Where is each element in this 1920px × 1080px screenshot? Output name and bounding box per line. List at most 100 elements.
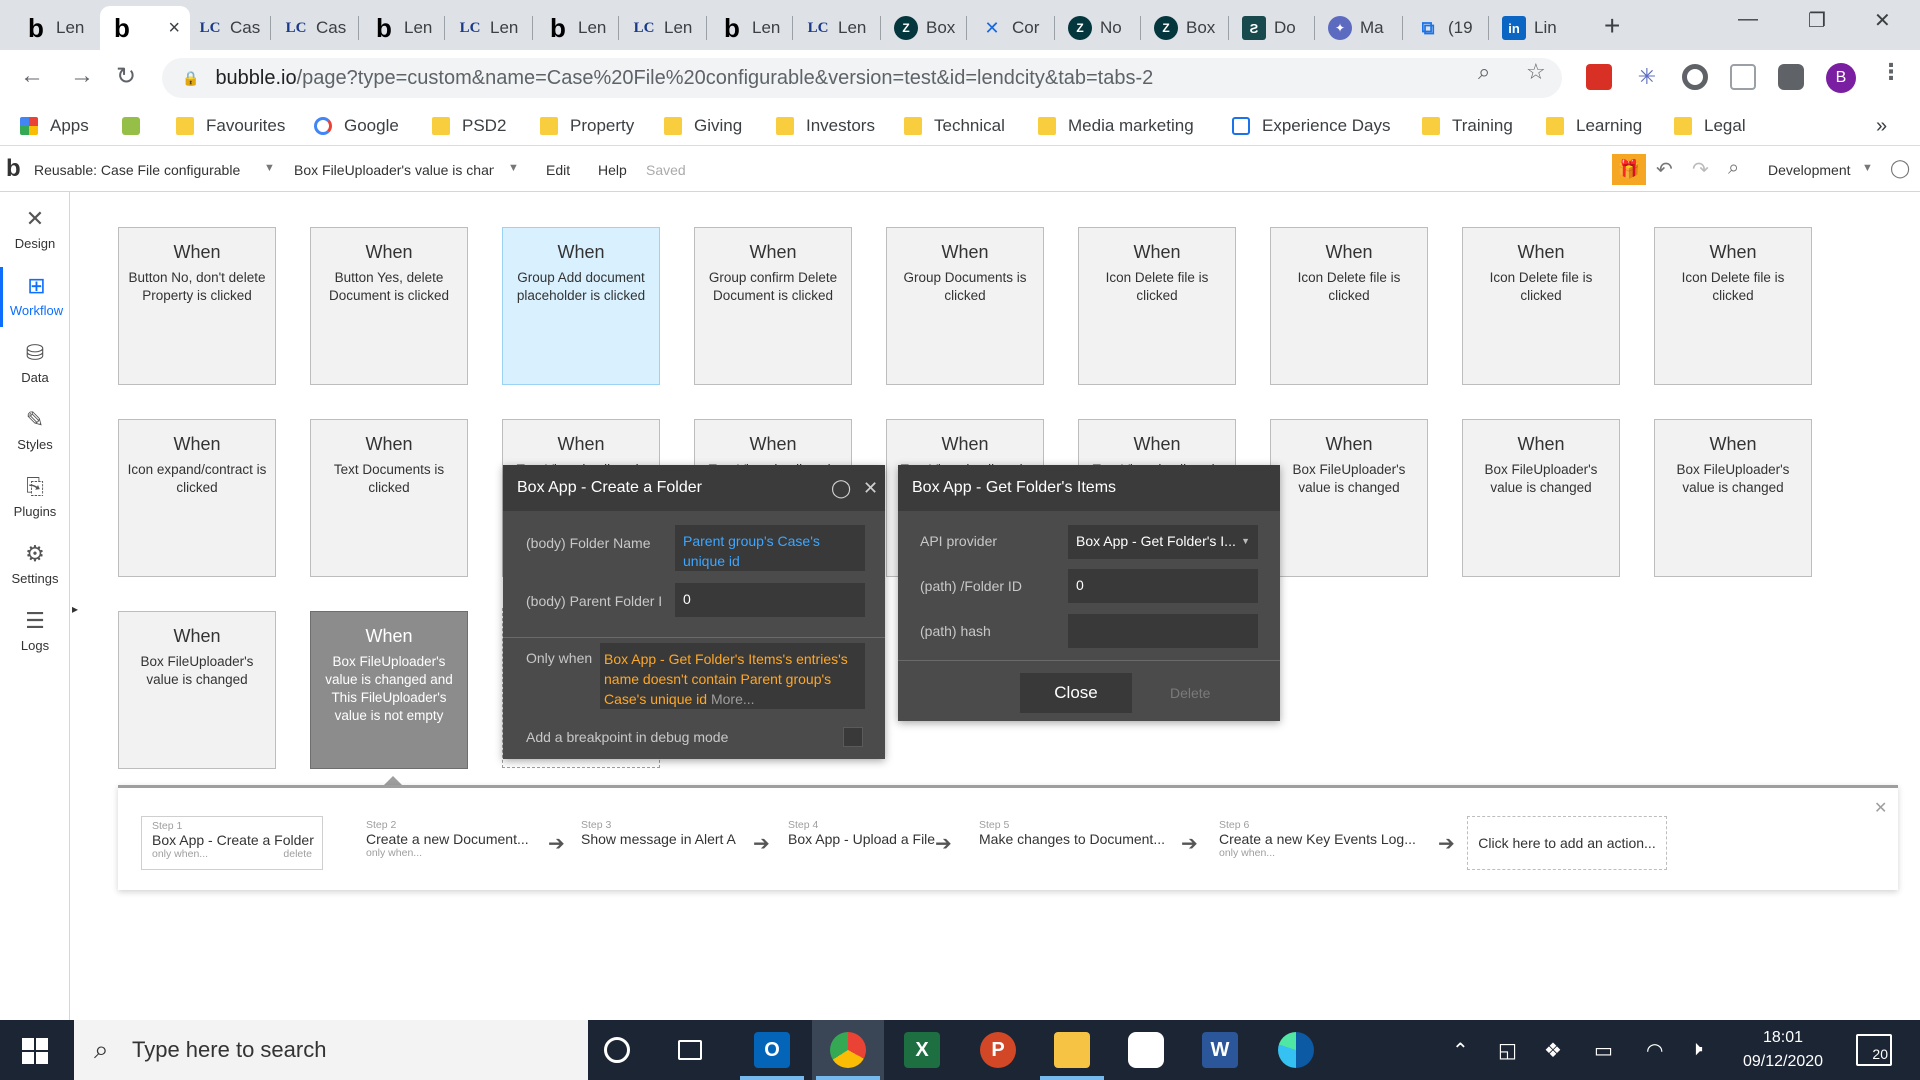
slack-icon[interactable] <box>1128 1032 1164 1068</box>
more-link[interactable]: More... <box>711 691 755 707</box>
browser-tab[interactable]: LC Len <box>622 6 704 50</box>
workflow-event-card[interactable]: When Group Documents is clicked <box>886 227 1044 385</box>
sidebar-item-data[interactable]: ⛁ Data <box>0 334 70 394</box>
step-delete-link[interactable]: delete <box>283 848 312 860</box>
workflow-event-card[interactable]: When Box FileUploader's value is changed … <box>310 611 468 769</box>
comment-icon[interactable]: ◯ <box>831 478 851 499</box>
redo-icon[interactable]: ↷ <box>1692 157 1709 182</box>
event-selector-chevron-icon[interactable]: ▼ <box>508 162 519 174</box>
notification-center-icon[interactable]: 20 <box>1856 1034 1892 1066</box>
puzzle-ext-icon[interactable] <box>1778 64 1804 90</box>
bookmark-item[interactable]: Google <box>314 114 399 138</box>
browser-tab[interactable]: LC Len <box>448 6 530 50</box>
minimize-icon[interactable]: — <box>1738 8 1758 31</box>
browser-tab[interactable]: LC Cas <box>188 6 270 50</box>
browser-tab[interactable]: Ƨ Do <box>1232 6 1314 50</box>
browser-tab[interactable]: Z Box <box>1144 6 1226 50</box>
delete-button[interactable]: Delete <box>1170 685 1210 701</box>
windows-start-icon[interactable] <box>22 1038 48 1064</box>
workflow-event-card[interactable]: When Box FileUploader's value is changed <box>1654 419 1812 577</box>
bookmark-item[interactable]: Legal <box>1674 114 1746 138</box>
meet-now-icon[interactable]: ◱ <box>1498 1038 1517 1063</box>
version-selector[interactable]: Development <box>1768 162 1851 178</box>
bookmark-item[interactable]: Giving <box>664 114 742 138</box>
version-chevron-icon[interactable]: ▼ <box>1862 162 1873 174</box>
bookmark-item[interactable]: Learning <box>1546 114 1642 138</box>
workflow-event-card[interactable]: When Group Add document placeholder is cl… <box>502 227 660 385</box>
bookmark-item[interactable]: Apps <box>20 114 89 138</box>
battery-icon[interactable]: ▭ <box>1594 1038 1613 1063</box>
snowflake-ext-icon[interactable]: ✳ <box>1634 64 1660 90</box>
bookmark-item[interactable]: Investors <box>776 114 875 138</box>
new-tab-button[interactable]: + <box>1604 10 1620 42</box>
restore-icon[interactable]: ❐ <box>1808 8 1826 33</box>
workflow-event-card[interactable]: When Group confirm Delete Document is cli… <box>694 227 852 385</box>
back-icon[interactable]: ← <box>20 62 44 90</box>
event-selector[interactable]: Box FileUploader's value is chan... <box>294 162 494 178</box>
browser-tab[interactable]: Z Box <box>884 6 966 50</box>
task-view-icon[interactable] <box>678 1040 702 1060</box>
browser-tab[interactable]: b × <box>100 6 190 50</box>
bookmark-item[interactable]: Property <box>540 114 634 138</box>
sidebar-item-settings[interactable]: ⚙ Settings <box>0 535 70 595</box>
bubble-logo[interactable]: b <box>6 155 21 183</box>
bookmark-item[interactable]: Favourites <box>176 114 285 138</box>
steps-close-icon[interactable]: ✕ <box>1874 798 1887 818</box>
sidebar-item-plugins[interactable]: ⎘ Plugins <box>0 468 70 528</box>
browser-tab[interactable]: Z No <box>1058 6 1140 50</box>
workflow-step-6[interactable]: Step 6 Create a new Key Events Log... only… <box>1209 816 1426 870</box>
bookmark-item[interactable]: Media marketing <box>1038 114 1194 138</box>
folder-name-field[interactable]: Parent group's Case's unique id <box>675 525 865 571</box>
editor-search-icon[interactable]: ⌕ <box>1728 157 1739 180</box>
forward-icon[interactable]: → <box>70 62 94 90</box>
excel-icon[interactable]: X <box>904 1032 940 1068</box>
circle-ext-icon[interactable] <box>1682 64 1708 90</box>
dropbox-icon[interactable]: ❖ <box>1544 1038 1562 1063</box>
browser-tab[interactable]: b Len <box>362 6 444 50</box>
workflow-step-5[interactable]: Step 5 Make changes to Document... <box>969 816 1175 870</box>
sidebar-item-logs[interactable]: ☰ Logs <box>0 602 70 662</box>
breakpoint-checkbox[interactable] <box>843 727 863 747</box>
page-selector[interactable]: Reusable: Case File configurable <box>34 162 240 178</box>
browser-tab[interactable]: b Len <box>710 6 792 50</box>
cortana-icon[interactable] <box>604 1037 630 1063</box>
undo-icon[interactable]: ↶ <box>1656 157 1673 182</box>
workflow-event-card[interactable]: When Box FileUploader's value is changed <box>1270 419 1428 577</box>
close-window-icon[interactable]: ✕ <box>1874 8 1891 33</box>
workflow-event-card[interactable]: When Text Documents is clicked <box>310 419 468 577</box>
profile-avatar[interactable]: B <box>1826 63 1856 93</box>
help-menu[interactable]: Help <box>598 162 627 178</box>
sidebar-toggle-icon[interactable]: ▸ <box>72 602 78 616</box>
parent-folder-field[interactable]: 0 <box>675 583 865 617</box>
browser-tab[interactable]: LC Len <box>796 6 878 50</box>
folder-id-field[interactable]: 0 <box>1068 569 1258 603</box>
workflow-event-card[interactable]: When Box FileUploader's value is changed <box>118 611 276 769</box>
hash-field[interactable] <box>1068 614 1258 648</box>
sidebar-item-styles[interactable]: ✎ Styles <box>0 401 70 461</box>
gift-icon[interactable]: 🎁 <box>1612 154 1646 185</box>
workflow-step-3[interactable]: Step 3 Show message in Alert A <box>571 816 746 870</box>
bookmark-item[interactable] <box>122 114 152 138</box>
browser-tab[interactable]: LC Cas <box>274 6 356 50</box>
workflow-event-card[interactable]: When Icon Delete file is clicked <box>1078 227 1236 385</box>
browser-menu-icon[interactable]: ⋮ <box>1880 59 1902 85</box>
word-icon[interactable]: W <box>1202 1032 1238 1068</box>
workflow-event-card[interactable]: When Icon Delete file is clicked <box>1270 227 1428 385</box>
browser-tab[interactable]: ✦ Ma <box>1318 6 1400 50</box>
page-selector-chevron-icon[interactable]: ▼ <box>264 162 275 174</box>
workflow-event-card[interactable]: When Icon Delete file is clicked <box>1654 227 1812 385</box>
taskbar-search[interactable]: ⌕ Type here to search <box>74 1020 588 1080</box>
volume-icon[interactable]: 🕨 <box>1690 1038 1703 1061</box>
close-icon[interactable]: ✕ <box>863 478 878 499</box>
browser-tab[interactable]: b Len <box>536 6 618 50</box>
close-tab-icon[interactable]: × <box>168 17 180 40</box>
browser-tab[interactable]: ✕ Cor <box>970 6 1052 50</box>
browser-tab[interactable]: b Len <box>14 6 96 50</box>
account-icon[interactable]: ◯ <box>1890 158 1910 179</box>
browser-tab[interactable]: ⧉ (19 <box>1406 6 1488 50</box>
workflow-event-card[interactable]: When Button Yes, delete Document is click… <box>310 227 468 385</box>
workflow-step-2[interactable]: Step 2 Create a new Document... only when.… <box>356 816 539 870</box>
wifi-icon[interactable]: ◠ <box>1646 1038 1663 1063</box>
edit-menu[interactable]: Edit <box>546 162 570 178</box>
workflow-event-card[interactable]: When Box FileUploader's value is changed <box>1462 419 1620 577</box>
